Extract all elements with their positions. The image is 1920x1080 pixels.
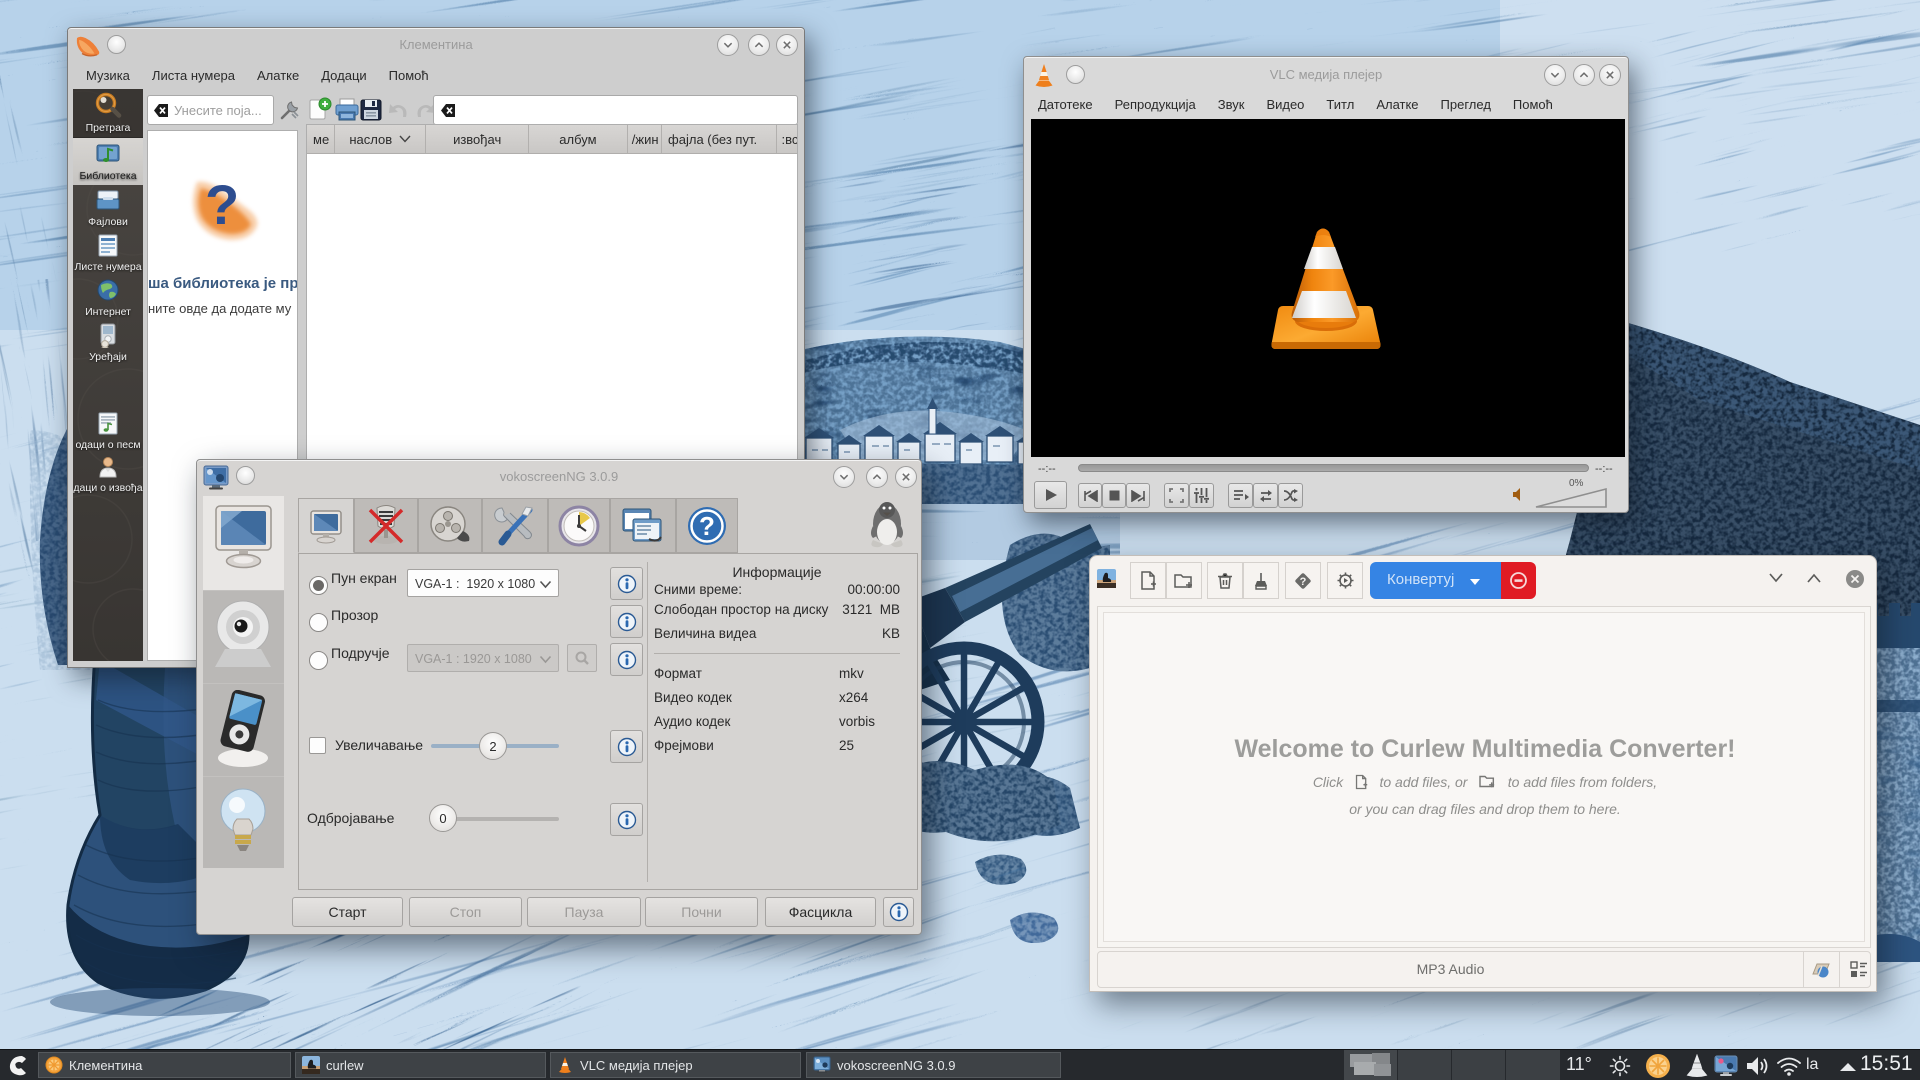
- svg-text:?: ?: [1300, 576, 1307, 588]
- svg-text:?: ?: [699, 511, 715, 541]
- svg-text:?: ?: [205, 173, 239, 236]
